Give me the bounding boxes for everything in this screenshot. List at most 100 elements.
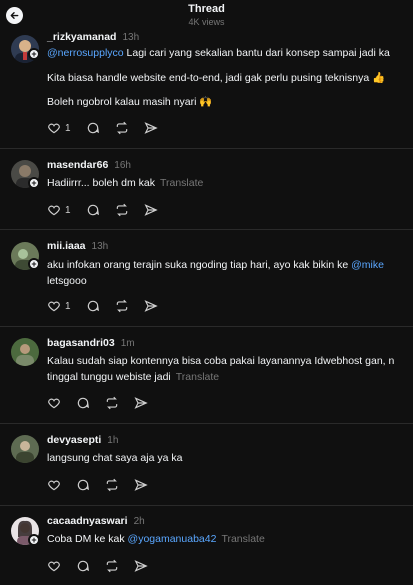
heart-icon [48,123,60,134]
like-count: 1 [65,122,71,134]
post-header: cacaadnyaswari 2h [47,515,145,527]
repost-button[interactable] [115,121,129,135]
share-button[interactable] [144,203,158,217]
translate-link[interactable]: Translate [176,371,219,383]
post-text: Boleh ngobrol kalau masih nyari 🙌 [47,96,213,108]
post-actions [47,558,163,574]
reply-button[interactable] [86,203,100,217]
repost-button[interactable] [105,396,119,410]
translate-link[interactable]: Translate [160,177,203,189]
repost-button[interactable] [115,299,129,313]
follow-plus-icon[interactable]: + [28,258,40,270]
divider [0,423,413,424]
divider [0,148,413,149]
comment-icon [87,204,99,216]
avatar[interactable] [11,435,39,463]
reply-button[interactable] [76,478,90,492]
reply-button[interactable] [86,121,100,135]
post-text: tinggal tunggu webiste jadi Translate [47,371,220,383]
page-title: Thread [188,3,225,15]
repost-icon [106,478,118,492]
post-text: Kalau sudah siap kontennya bisa coba pak… [47,355,395,367]
comment-icon [87,300,99,312]
username[interactable]: _rizkyamanad [47,31,116,43]
comment-icon [77,560,89,572]
repost-button[interactable] [115,203,129,217]
follow-plus-icon[interactable]: + [28,177,40,189]
post-text: @nerrosupplyco Lagi cari yang sekalian b… [47,47,390,59]
like-count: 1 [65,300,71,312]
post-actions: 1 [47,298,173,314]
divider [0,229,413,230]
translate-link[interactable]: Translate [221,533,264,545]
post-text: aku infokan orang terajin suka ngoding t… [47,259,384,271]
send-icon [144,300,158,312]
like-count: 1 [65,204,71,216]
share-button[interactable] [134,559,148,573]
send-icon [134,479,148,491]
reply-button[interactable] [76,559,90,573]
mention-link[interactable]: @yogamanuaba42 [128,533,217,545]
like-button[interactable]: 1 [47,299,71,313]
post-text: Coba DM ke kak @yogamanuaba42 Translate [47,533,265,545]
post-header: mii.iaaa 13h [47,240,108,252]
post-header: _rizkyamanad 13h [47,31,139,43]
repost-icon [116,203,127,217]
post-text: Hadiirrr... boleh dm kak Translate [47,177,204,189]
repost-button[interactable] [105,478,119,492]
repost-button[interactable] [105,559,119,573]
post-actions: 1 [47,202,173,218]
like-button[interactable]: 1 [47,121,71,135]
timestamp: 1h [107,435,119,446]
reply-button[interactable] [86,299,100,313]
post-header: bagasandri03 1m [47,337,135,349]
timestamp: 1m [120,338,135,349]
timestamp: 2h [133,516,145,527]
post-actions [47,477,163,493]
reply-button[interactable] [76,396,90,410]
post-actions [47,395,163,411]
mention-link[interactable]: @nerrosupplyco [47,47,124,59]
share-button[interactable] [134,478,148,492]
send-icon [144,122,158,134]
timestamp: 16h [114,160,131,171]
heart-icon [48,561,60,572]
divider [0,505,413,506]
share-button[interactable] [144,299,158,313]
thread-feed: + _rizkyamanad 13h @nerrosupplyco Lagi c… [0,0,413,585]
like-button[interactable]: 1 [47,203,71,217]
divider [0,326,413,327]
repost-icon [116,121,127,135]
post-header: masendar66 16h [47,159,131,171]
like-button[interactable] [47,396,61,410]
heart-icon [48,480,60,491]
heart-icon [48,398,60,409]
avatar[interactable] [11,338,39,366]
timestamp: 13h [122,32,140,43]
post-text: langsung chat saya aja ya ka [47,452,183,464]
share-button[interactable] [144,121,158,135]
follow-plus-icon[interactable]: + [28,534,40,546]
timestamp: 13h [91,241,109,252]
repost-icon [106,559,118,573]
repost-icon [116,299,127,313]
like-button[interactable] [47,559,61,573]
thread-header: Thread 4K views [0,0,413,32]
follow-plus-icon[interactable]: + [28,48,40,60]
comment-icon [77,397,89,409]
username[interactable]: masendar66 [47,159,108,171]
share-button[interactable] [134,396,148,410]
username[interactable]: cacaadnyaswari [47,515,128,527]
like-button[interactable] [47,478,61,492]
username[interactable]: mii.iaaa [47,240,86,252]
post-header: devyasepti 1h [47,434,118,446]
comment-icon [87,122,99,134]
mention-link[interactable]: @mike [351,259,384,271]
username[interactable]: bagasandri03 [47,337,115,349]
post-actions: 1 [47,120,173,136]
post-text: letsgooo [47,275,87,287]
repost-icon [106,396,118,410]
comment-icon [77,479,89,491]
view-count: 4K views [188,17,225,27]
username[interactable]: devyasepti [47,434,101,446]
